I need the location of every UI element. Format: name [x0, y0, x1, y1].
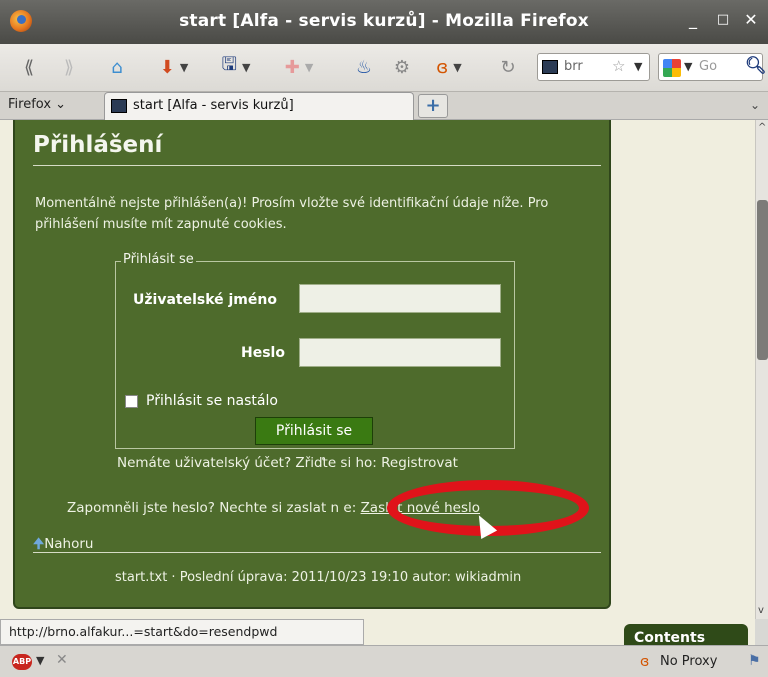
- login-panel: Přihlášení Momentálně nejste přihlášen(a…: [13, 120, 611, 609]
- bookmark-star-icon[interactable]: ☆: [612, 57, 625, 75]
- close-button[interactable]: ✕: [740, 10, 762, 29]
- forward-arrow-icon: ⟫: [63, 56, 74, 78]
- proxy-status[interactable]: No Proxy: [660, 654, 717, 669]
- fox-icon: ɞ: [436, 56, 449, 78]
- username-field[interactable]: [299, 284, 501, 313]
- gear-icon: ⚙: [393, 56, 411, 78]
- window-title: start [Alfa - servis kurzů] - Mozilla Fi…: [179, 11, 589, 31]
- chevron-down-icon[interactable]: ▼: [634, 60, 642, 73]
- floppy-disk-icon: 🖫: [221, 54, 237, 75]
- up-arrow-icon: 🠉: [33, 536, 45, 552]
- page-content: Přihlášení Momentálně nejste přihlášen(a…: [0, 120, 755, 619]
- home-icon: ⌂: [111, 56, 123, 78]
- register-text[interactable]: Nemáte uživatelský účet? Zřiďte si ho: R…: [117, 455, 458, 471]
- tab-start[interactable]: start [Alfa - servis kurzů]: [104, 92, 414, 120]
- download-arrow-icon: ⬇: [159, 56, 175, 78]
- chevron-down-icon: ▼: [179, 60, 189, 74]
- remember-label: Přihlásit se nastálo: [146, 393, 278, 409]
- back-arrow-icon: ⟪: [23, 56, 34, 78]
- footer-divider: [33, 552, 601, 553]
- scroll-up-icon[interactable]: ^: [758, 122, 766, 133]
- site-favicon-icon: [542, 60, 558, 74]
- forward-button[interactable]: ⟫: [54, 54, 84, 80]
- add-button[interactable]: ✚ ▼: [275, 54, 323, 80]
- username-label: Uživatelské jméno: [133, 292, 277, 308]
- tab-bar: Firefox ⌄ start [Alfa - servis kurzů] + …: [0, 92, 768, 120]
- addon-bar: ABP ▼ ✕ ɞ No Proxy ⚑: [0, 645, 768, 677]
- password-field[interactable]: [299, 338, 501, 367]
- site-favicon-icon: [111, 99, 127, 113]
- tab-title: start [Alfa - servis kurzů]: [133, 98, 294, 113]
- chevron-down-icon[interactable]: ▼: [684, 60, 692, 73]
- login-button[interactable]: Přihlásit se: [255, 417, 373, 445]
- chevron-down-icon: ▼: [241, 60, 251, 74]
- tab-list-chevron-icon[interactable]: ⌄: [750, 98, 760, 112]
- search-icon[interactable]: 🔍︎: [745, 56, 767, 76]
- title-divider: [33, 165, 601, 166]
- search-input[interactable]: Go: [699, 59, 717, 74]
- page-title: Přihlášení: [33, 132, 163, 158]
- window-titlebar: start [Alfa - servis kurzů] - Mozilla Fi…: [0, 0, 768, 44]
- password-label: Heslo: [241, 345, 285, 361]
- reload-icon: ↻: [500, 56, 516, 78]
- maximize-button[interactable]: □: [712, 12, 734, 27]
- chevron-down-icon: ▼: [453, 60, 462, 74]
- page-footer: start.txt · Poslední úprava: 2011/10/23 …: [115, 570, 522, 585]
- close-addon-bar-icon[interactable]: ✕: [56, 652, 68, 668]
- back-button[interactable]: ⟪: [14, 54, 44, 80]
- google-logo-icon: [663, 59, 681, 77]
- adblock-icon[interactable]: ABP: [12, 654, 32, 670]
- status-link-url: http://brno.alfakur...=start&do=resendpw…: [0, 619, 364, 645]
- network-icon: ⚑: [748, 653, 761, 669]
- reload-button[interactable]: ↻: [494, 54, 522, 80]
- addon-button[interactable]: ♨: [350, 54, 378, 80]
- fieldset-legend: Přihlásit se: [121, 252, 196, 267]
- remember-checkbox[interactable]: [125, 395, 138, 408]
- vertical-scrollbar[interactable]: ^ v: [755, 120, 768, 619]
- save-button[interactable]: 🖫 ▼: [210, 54, 262, 80]
- scroll-down-icon[interactable]: v: [758, 605, 764, 616]
- search-bar[interactable]: ▼ Go 🔍︎: [658, 53, 767, 81]
- chevron-down-icon: ⌄: [55, 97, 67, 112]
- chevron-down-icon[interactable]: ▼: [36, 654, 44, 667]
- download-button[interactable]: ⬇ ▼: [150, 54, 198, 80]
- chevron-down-icon: ▼: [304, 60, 314, 74]
- settings-button[interactable]: ⚙: [388, 54, 416, 80]
- fox-icon: ɞ: [640, 654, 650, 670]
- plus-page-icon: ✚: [284, 56, 300, 78]
- scroll-thumb[interactable]: [757, 200, 768, 360]
- foxyproxy-button[interactable]: ɞ ▼: [428, 54, 470, 80]
- home-button[interactable]: ⌂: [102, 54, 132, 80]
- address-text: brr: [564, 59, 583, 74]
- addon-icon: ♨: [355, 56, 373, 78]
- new-tab-button[interactable]: +: [418, 94, 448, 118]
- navigation-toolbar: ⟪ ⟫ ⌂ ⬇ ▼ 🖫 ▼ ✚ ▼ ♨ ⚙ ɞ ▼ ↻ brr ☆ ▼ ▼ Go 🔍︎: [0, 44, 768, 92]
- firefox-menu-button[interactable]: Firefox ⌄: [8, 97, 66, 112]
- minimize-button[interactable]: _: [682, 10, 704, 29]
- address-bar[interactable]: brr ☆ ▼: [537, 53, 650, 81]
- back-to-top-link[interactable]: 🠉Nahoru: [33, 534, 93, 557]
- login-intro-text: Momentálně nejste přihlášen(a)! Prosím v…: [35, 196, 549, 232]
